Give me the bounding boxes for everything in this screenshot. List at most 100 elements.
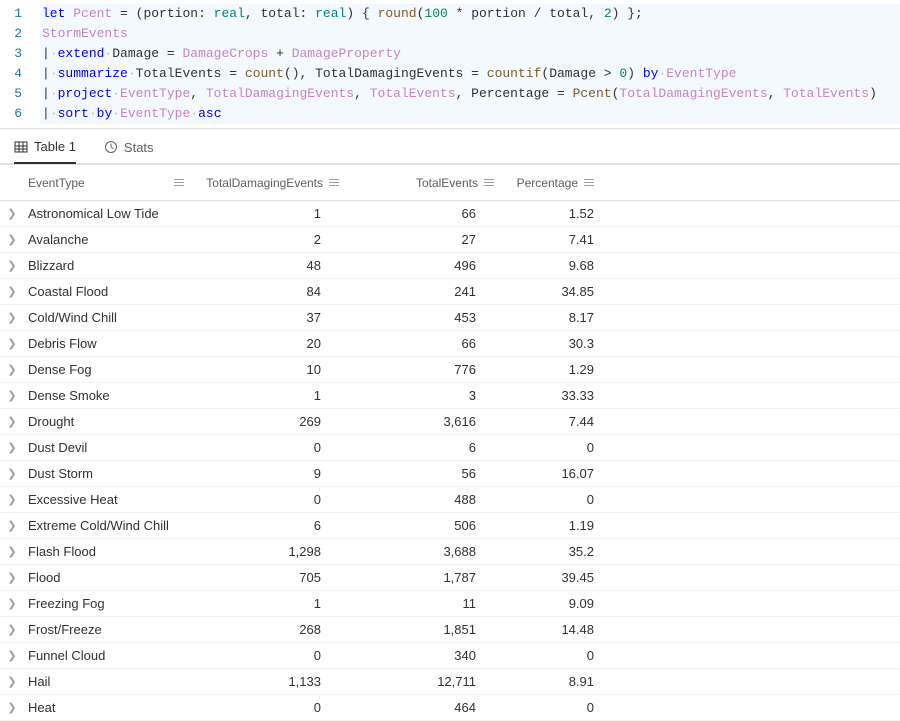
expand-chevron-icon[interactable]: ❯ [0,675,24,688]
cell-percentage: 7.44 [504,414,604,429]
code-content[interactable]: |·summarize·TotalEvents = count(), Total… [40,64,900,84]
cell-totalevents: 56 [349,466,504,481]
table-row[interactable]: ❯Heat04640 [0,695,900,721]
expand-chevron-icon[interactable]: ❯ [0,571,24,584]
code-line[interactable]: 4|·summarize·TotalEvents = count(), Tota… [0,64,900,84]
expand-chevron-icon[interactable]: ❯ [0,259,24,272]
table-body: ❯Astronomical Low Tide1661.52❯Avalanche2… [0,201,900,721]
expand-chevron-icon[interactable]: ❯ [0,441,24,454]
tab-stats[interactable]: Stats [104,139,154,163]
table-row[interactable]: ❯Debris Flow206630.3 [0,331,900,357]
table-row[interactable]: ❯Dense Fog107761.29 [0,357,900,383]
table-row[interactable]: ❯Blizzard484969.68 [0,253,900,279]
table-row[interactable]: ❯Dust Devil060 [0,435,900,461]
cell-percentage: 0 [504,700,604,715]
code-line[interactable]: 3|·extend·Damage = DamageCrops + DamageP… [0,44,900,64]
expand-chevron-icon[interactable]: ❯ [0,389,24,402]
expand-chevron-icon[interactable]: ❯ [0,701,24,714]
code-line[interactable]: 6|·sort·by·EventType·asc [0,104,900,124]
cell-totaldamaging: 269 [194,414,349,429]
tab-table1[interactable]: Table 1 [14,139,76,164]
cell-eventtype: Astronomical Low Tide [24,206,194,221]
query-editor[interactable]: 1let Pcent = (portion: real, total: real… [0,0,900,129]
cell-eventtype: Drought [24,414,194,429]
table-row[interactable]: ❯Funnel Cloud03400 [0,643,900,669]
expand-chevron-icon[interactable]: ❯ [0,311,24,324]
table-row[interactable]: ❯Excessive Heat04880 [0,487,900,513]
cell-totalevents: 453 [349,310,504,325]
cell-totaldamaging: 2 [194,232,349,247]
column-header-totaldamaging[interactable]: TotalDamagingEvents [194,176,349,190]
column-menu-icon[interactable] [484,177,496,189]
expand-chevron-icon[interactable]: ❯ [0,519,24,532]
expand-chevron-icon[interactable]: ❯ [0,285,24,298]
cell-percentage: 0 [504,648,604,663]
table-row[interactable]: ❯Drought2693,6167.44 [0,409,900,435]
expand-chevron-icon[interactable]: ❯ [0,363,24,376]
cell-percentage: 16.07 [504,466,604,481]
table-row[interactable]: ❯Cold/Wind Chill374538.17 [0,305,900,331]
code-content[interactable]: let Pcent = (portion: real, total: real)… [40,4,900,24]
column-header-totalevents[interactable]: TotalEvents [349,176,504,190]
cell-totaldamaging: 705 [194,570,349,585]
code-content[interactable]: StormEvents [40,24,900,44]
cell-percentage: 9.09 [504,596,604,611]
cell-percentage: 30.3 [504,336,604,351]
column-header-totalevents-label: TotalEvents [416,176,478,190]
table-row[interactable]: ❯Freezing Fog1119.09 [0,591,900,617]
table-row[interactable]: ❯Flood7051,78739.45 [0,565,900,591]
expand-chevron-icon[interactable]: ❯ [0,649,24,662]
expand-chevron-icon[interactable]: ❯ [0,545,24,558]
cell-totalevents: 496 [349,258,504,273]
expand-chevron-icon[interactable]: ❯ [0,337,24,350]
column-menu-icon[interactable] [584,177,596,189]
cell-eventtype: Heat [24,700,194,715]
column-header-percentage[interactable]: Percentage [504,176,604,190]
code-line[interactable]: 1let Pcent = (portion: real, total: real… [0,4,900,24]
cell-totaldamaging: 1 [194,596,349,611]
tab-stats-label: Stats [124,140,154,155]
table-header-row: EventType TotalDamagingEvents TotalEvent… [0,165,900,201]
table-row[interactable]: ❯Dust Storm95616.07 [0,461,900,487]
cell-percentage: 34.85 [504,284,604,299]
column-menu-icon[interactable] [329,177,341,189]
table-row[interactable]: ❯Extreme Cold/Wind Chill65061.19 [0,513,900,539]
cell-eventtype: Frost/Freeze [24,622,194,637]
expand-chevron-icon[interactable]: ❯ [0,207,24,220]
table-row[interactable]: ❯Astronomical Low Tide1661.52 [0,201,900,227]
code-content[interactable]: |·project·EventType, TotalDamagingEvents… [40,84,900,104]
line-number: 1 [0,4,40,24]
expand-chevron-icon[interactable]: ❯ [0,233,24,246]
code-line[interactable]: 5|·project·EventType, TotalDamagingEvent… [0,84,900,104]
expand-chevron-icon[interactable]: ❯ [0,597,24,610]
cell-totaldamaging: 9 [194,466,349,481]
expand-chevron-icon[interactable]: ❯ [0,467,24,480]
table-row[interactable]: ❯Coastal Flood8424134.85 [0,279,900,305]
table-row[interactable]: ❯Dense Smoke1333.33 [0,383,900,409]
column-header-percentage-label: Percentage [517,176,578,190]
table-row[interactable]: ❯Frost/Freeze2681,85114.48 [0,617,900,643]
table-row[interactable]: ❯Hail1,13312,7118.91 [0,669,900,695]
column-header-eventtype[interactable]: EventType [24,176,194,190]
table-row[interactable]: ❯Avalanche2277.41 [0,227,900,253]
cell-totaldamaging: 0 [194,648,349,663]
cell-eventtype: Debris Flow [24,336,194,351]
cell-percentage: 9.68 [504,258,604,273]
cell-eventtype: Dense Fog [24,362,194,377]
code-content[interactable]: |·extend·Damage = DamageCrops + DamagePr… [40,44,900,64]
expand-chevron-icon[interactable]: ❯ [0,623,24,636]
cell-percentage: 8.91 [504,674,604,689]
expand-chevron-icon[interactable]: ❯ [0,415,24,428]
cell-totalevents: 241 [349,284,504,299]
cell-eventtype: Cold/Wind Chill [24,310,194,325]
line-number: 3 [0,44,40,64]
table-row[interactable]: ❯Flash Flood1,2983,68835.2 [0,539,900,565]
column-menu-icon[interactable] [174,177,186,189]
code-line[interactable]: 2StormEvents [0,24,900,44]
results-tabs: Table 1 Stats [0,129,900,164]
line-number: 6 [0,104,40,124]
expand-chevron-icon[interactable]: ❯ [0,493,24,506]
code-content[interactable]: |·sort·by·EventType·asc [40,104,900,124]
cell-totalevents: 776 [349,362,504,377]
cell-totalevents: 12,711 [349,674,504,689]
